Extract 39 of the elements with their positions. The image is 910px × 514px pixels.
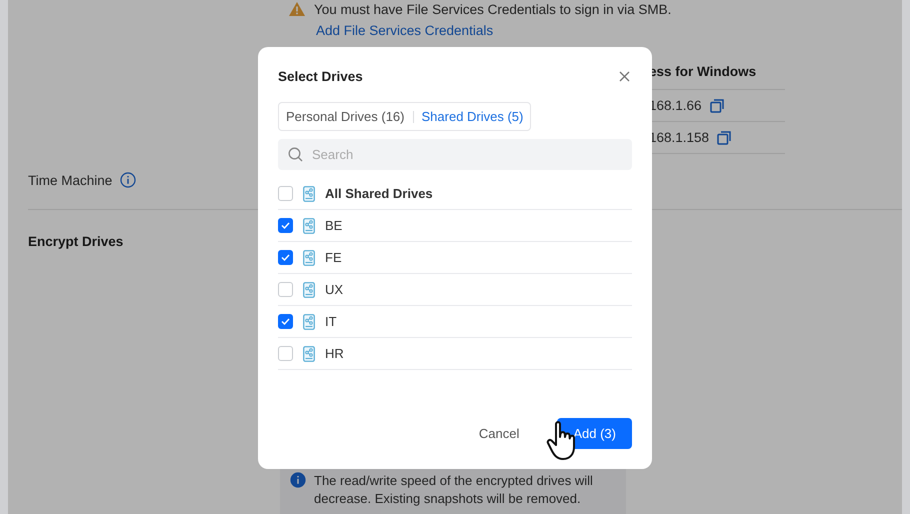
encrypt-drives-label: Encrypt Drives — [28, 234, 124, 249]
drive-name: All Shared Drives — [325, 186, 433, 201]
credentials-link[interactable]: Add File Services Credentials — [316, 23, 902, 38]
search-field[interactable]: Search — [278, 139, 632, 170]
checkbox[interactable] — [278, 250, 293, 265]
info-icon[interactable] — [120, 172, 136, 188]
encrypt-note: The read/write speed of the encrypted drives will decrease. Existing snapshots will be removed. — [314, 472, 594, 508]
checkbox[interactable] — [278, 282, 293, 297]
drive-name: BE — [325, 218, 342, 233]
checkbox[interactable] — [278, 346, 293, 361]
copy-icon[interactable] — [717, 130, 732, 144]
drive-tab[interactable]: Shared Drives (5) — [422, 109, 524, 124]
checkbox[interactable] — [278, 314, 293, 329]
shared-drive-icon — [303, 250, 315, 266]
cancel-button[interactable]: Cancel — [462, 418, 536, 449]
drive-name: HR — [325, 346, 344, 361]
shared-drive-icon — [303, 346, 315, 362]
warning-text: You must have File Services Credentials to sign in via SMB. — [314, 2, 672, 16]
drive-tab[interactable]: Personal Drives (16) — [286, 109, 404, 124]
time-machine-label: Time Machine — [28, 172, 112, 188]
checkmark-icon — [281, 222, 290, 229]
search-icon — [288, 147, 303, 162]
address-cell: 168.1.158 — [649, 130, 710, 145]
shared-drive-icon — [303, 186, 315, 202]
shared-drive-icon — [303, 218, 315, 234]
info-icon — [290, 472, 306, 488]
drive-name: FE — [325, 250, 342, 265]
shared-drive-icon — [303, 314, 315, 330]
address-cell: 168.1.66 — [649, 98, 702, 113]
checkbox[interactable] — [278, 186, 293, 201]
drive-name: IT — [325, 314, 337, 329]
shared-drive-icon — [303, 282, 315, 298]
dialog-title: Select Drives — [278, 68, 363, 84]
copy-icon[interactable] — [710, 98, 724, 112]
checkbox[interactable] — [278, 218, 293, 233]
drive-name: UX — [325, 282, 344, 297]
checkmark-icon — [281, 254, 290, 261]
checkmark-icon — [281, 318, 290, 325]
close-button[interactable] — [617, 68, 632, 84]
